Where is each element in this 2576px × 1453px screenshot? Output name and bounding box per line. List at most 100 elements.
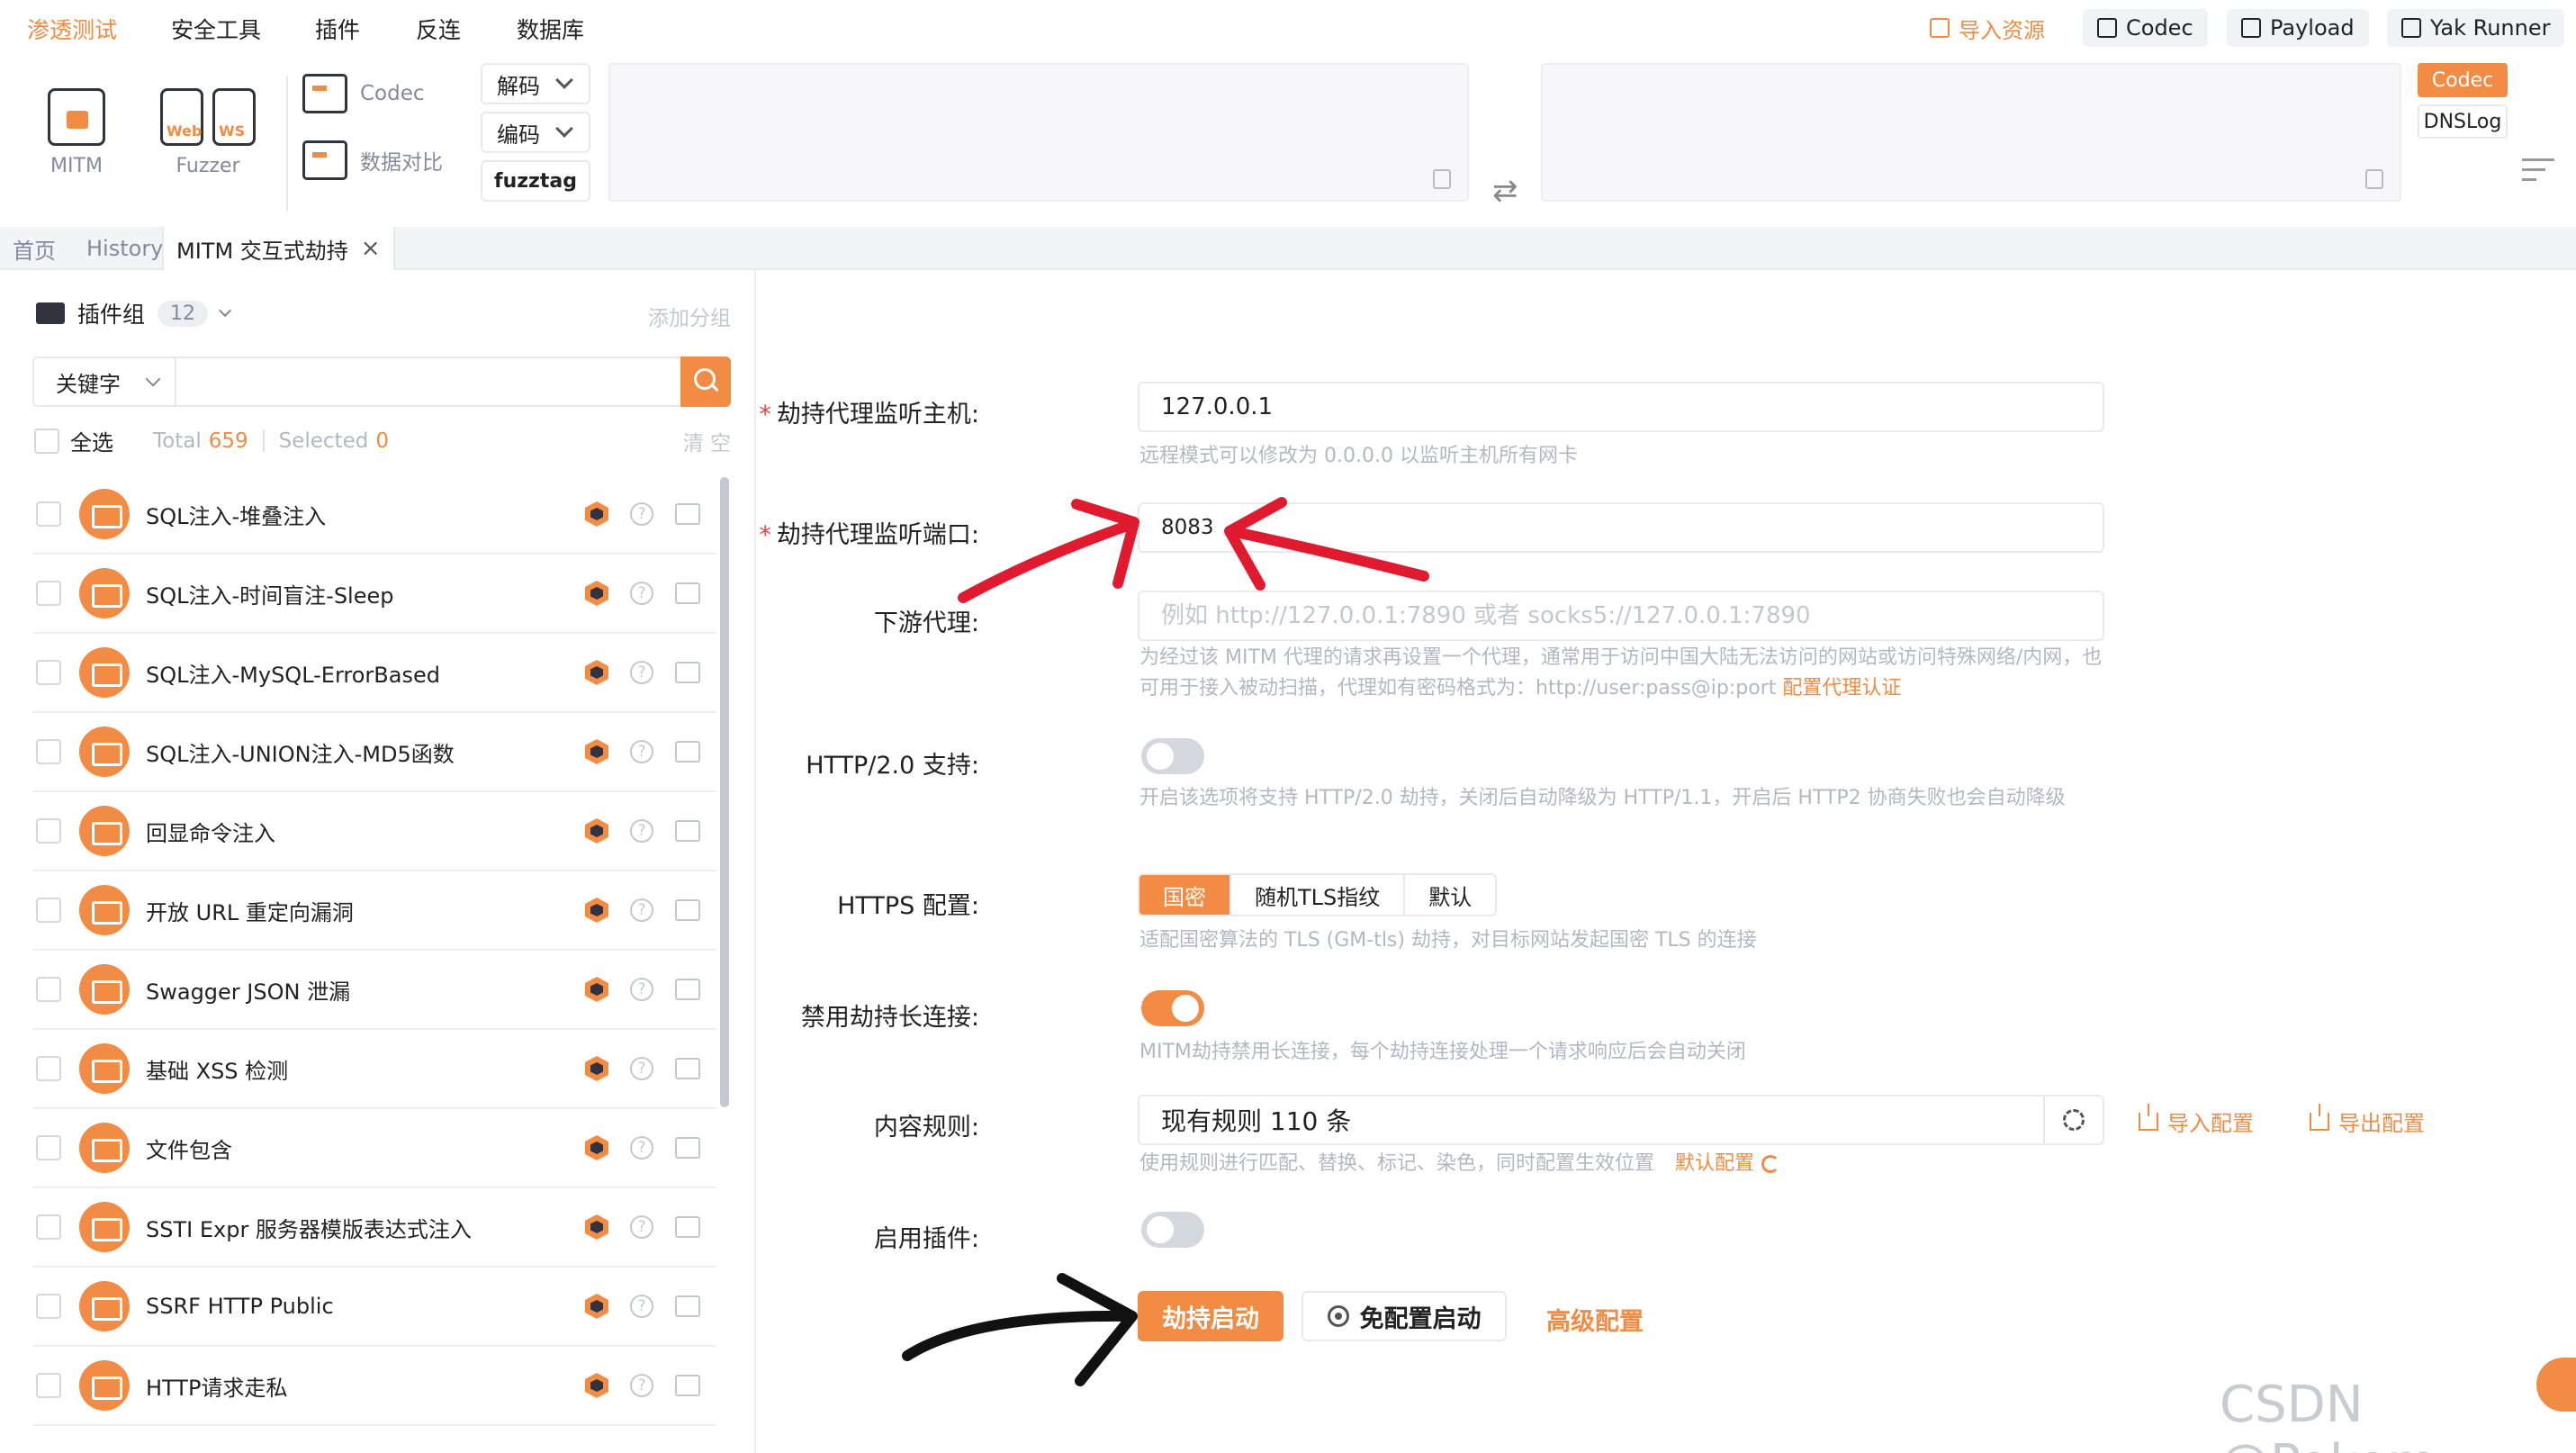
codec-tab-button[interactable]: Codec <box>2418 63 2508 97</box>
plugin-checkbox[interactable] <box>36 1214 61 1240</box>
advanced-config-link[interactable]: 高级配置 <box>1546 1302 1644 1337</box>
list-item[interactable]: 文件包含? <box>32 1109 716 1188</box>
payload-quick-button[interactable]: Payload <box>2227 9 2369 47</box>
clear-button[interactable]: 清 空 <box>683 426 731 456</box>
codec-input-editor[interactable] <box>608 63 1469 202</box>
plugin-checkbox[interactable] <box>36 1135 61 1160</box>
tab-history[interactable]: History <box>74 227 176 270</box>
list-item[interactable]: SQL注入-MySQL-ErrorBased? <box>32 634 716 713</box>
terminal-icon[interactable] <box>675 1295 700 1317</box>
content-rules-field[interactable]: 现有规则 110 条 <box>1138 1095 2104 1145</box>
select-all-checkbox[interactable] <box>34 428 59 454</box>
plugin-checkbox[interactable] <box>36 977 61 1002</box>
gear-icon[interactable] <box>2043 1097 2103 1143</box>
import-resource-button[interactable]: 导入资源 <box>1915 9 2059 47</box>
terminal-icon[interactable] <box>675 1375 700 1396</box>
help-icon[interactable]: ? <box>630 661 653 684</box>
help-icon[interactable]: ? <box>630 819 653 843</box>
data-compare-tool[interactable]: 数据对比 <box>302 140 443 180</box>
terminal-icon[interactable] <box>675 820 700 842</box>
export-config-button[interactable]: 导出配置 <box>2310 1103 2425 1137</box>
start-hijack-button[interactable]: 劫持启动 <box>1138 1291 1283 1341</box>
codec-tool[interactable]: Codec <box>302 74 425 113</box>
list-item[interactable]: 开放 URL 重定向漏洞? <box>32 871 716 951</box>
port-input[interactable] <box>1138 502 2104 553</box>
plugin-checkbox[interactable] <box>36 501 61 527</box>
terminal-icon[interactable] <box>675 741 700 763</box>
help-icon[interactable]: ? <box>630 1295 653 1318</box>
enable-plugin-toggle[interactable] <box>1141 1212 1204 1248</box>
list-item[interactable]: SSTI Expr 服务器模版表达式注入? <box>32 1188 716 1268</box>
default-config-link[interactable]: 默认配置 <box>1675 1152 1754 1175</box>
help-icon[interactable]: ? <box>630 582 653 605</box>
plugin-checkbox[interactable] <box>36 1294 61 1319</box>
search-button[interactable] <box>680 356 731 407</box>
proxy-auth-link[interactable]: 配置代理认证 <box>1782 677 1901 699</box>
terminal-icon[interactable] <box>675 899 700 921</box>
http2-toggle[interactable] <box>1141 738 1204 774</box>
host-input[interactable] <box>1138 382 2104 432</box>
codec-output-editor[interactable] <box>1541 63 2401 202</box>
add-group-button[interactable]: 添加分组 <box>648 301 731 331</box>
terminal-icon[interactable] <box>675 1058 700 1079</box>
codec-quick-button[interactable]: Codec <box>2083 9 2208 47</box>
search-type-select[interactable]: 关键字 <box>34 358 176 405</box>
fuzztag-button[interactable]: fuzztag <box>481 160 590 202</box>
plugin-checkbox[interactable] <box>36 660 61 685</box>
terminal-icon[interactable] <box>675 979 700 1000</box>
plugin-checkbox[interactable] <box>36 581 61 606</box>
plugin-checkbox[interactable] <box>36 818 61 844</box>
list-item[interactable]: SQL注入-时间盲注-Sleep? <box>32 555 716 634</box>
fuzzer-tool[interactable]: Web WS Fuzzer <box>151 88 265 177</box>
sort-icon[interactable] <box>2522 158 2554 185</box>
plugin-checkbox[interactable] <box>36 1056 61 1081</box>
list-item[interactable]: Swagger JSON 泄漏? <box>32 951 716 1030</box>
list-item[interactable]: SSRF HTTP Public? <box>32 1268 716 1347</box>
refresh-icon[interactable] <box>1761 1155 1780 1173</box>
help-icon[interactable]: ? <box>630 978 653 1001</box>
list-item[interactable]: SQL注入-UNION注入-MD5函数? <box>32 713 716 792</box>
list-item[interactable]: 回显命令注入? <box>32 792 716 871</box>
decode-dropdown[interactable]: 解码 <box>481 63 590 104</box>
https-option-default[interactable]: 默认 <box>1405 875 1496 915</box>
help-icon[interactable]: ? <box>630 1136 653 1160</box>
terminal-icon[interactable] <box>675 662 700 683</box>
menu-database[interactable]: 数据库 <box>517 13 584 45</box>
menu-plugins[interactable]: 插件 <box>315 13 360 45</box>
help-icon[interactable]: ? <box>630 502 653 526</box>
help-icon[interactable]: ? <box>630 1057 653 1080</box>
list-item[interactable]: SQL注入-堆叠注入? <box>32 475 716 555</box>
plugin-checkbox[interactable] <box>36 898 61 923</box>
swap-icon[interactable]: ⇄ <box>1492 173 1518 209</box>
tab-home[interactable]: 首页 <box>0 227 68 270</box>
https-option-random-tls[interactable]: 随机TLS指纹 <box>1231 875 1406 915</box>
terminal-icon[interactable] <box>675 582 700 604</box>
copy-icon[interactable] <box>1433 169 1451 189</box>
help-icon[interactable]: ? <box>630 740 653 763</box>
menu-pentest[interactable]: 渗透测试 <box>27 13 117 45</box>
https-option-gm[interactable]: 国密 <box>1139 875 1231 915</box>
plugin-checkbox[interactable] <box>36 739 61 764</box>
terminal-icon[interactable] <box>675 503 700 525</box>
config-free-start-button[interactable]: 免配置启动 <box>1302 1291 1507 1341</box>
help-icon[interactable]: ? <box>630 898 653 922</box>
plugin-group-selector[interactable]: 插件组 12 <box>36 297 232 329</box>
plugin-checkbox[interactable] <box>36 1373 61 1398</box>
help-icon[interactable]: ? <box>630 1215 653 1239</box>
terminal-icon[interactable] <box>675 1216 700 1238</box>
tab-mitm[interactable]: MITM 交互式劫持 × <box>162 227 395 270</box>
import-config-button[interactable]: 导入配置 <box>2139 1103 2254 1137</box>
encode-dropdown[interactable]: 编码 <box>481 112 590 153</box>
list-item[interactable]: HTTP请求走私? <box>32 1347 716 1426</box>
terminal-icon[interactable] <box>675 1137 700 1159</box>
yak-runner-button[interactable]: Yak Runner <box>2387 9 2565 47</box>
menu-security-tools[interactable]: 安全工具 <box>171 13 261 45</box>
scrollbar[interactable] <box>720 477 729 1107</box>
help-icon[interactable]: ? <box>630 1374 653 1397</box>
close-icon[interactable]: × <box>361 235 381 262</box>
disable-keepalive-toggle[interactable] <box>1141 990 1204 1026</box>
menu-reverse[interactable]: 反连 <box>416 13 461 45</box>
dnslog-tab-button[interactable]: DNSLog <box>2418 104 2508 139</box>
downstream-proxy-input[interactable] <box>1138 591 2104 641</box>
copy-icon[interactable] <box>2365 169 2383 189</box>
